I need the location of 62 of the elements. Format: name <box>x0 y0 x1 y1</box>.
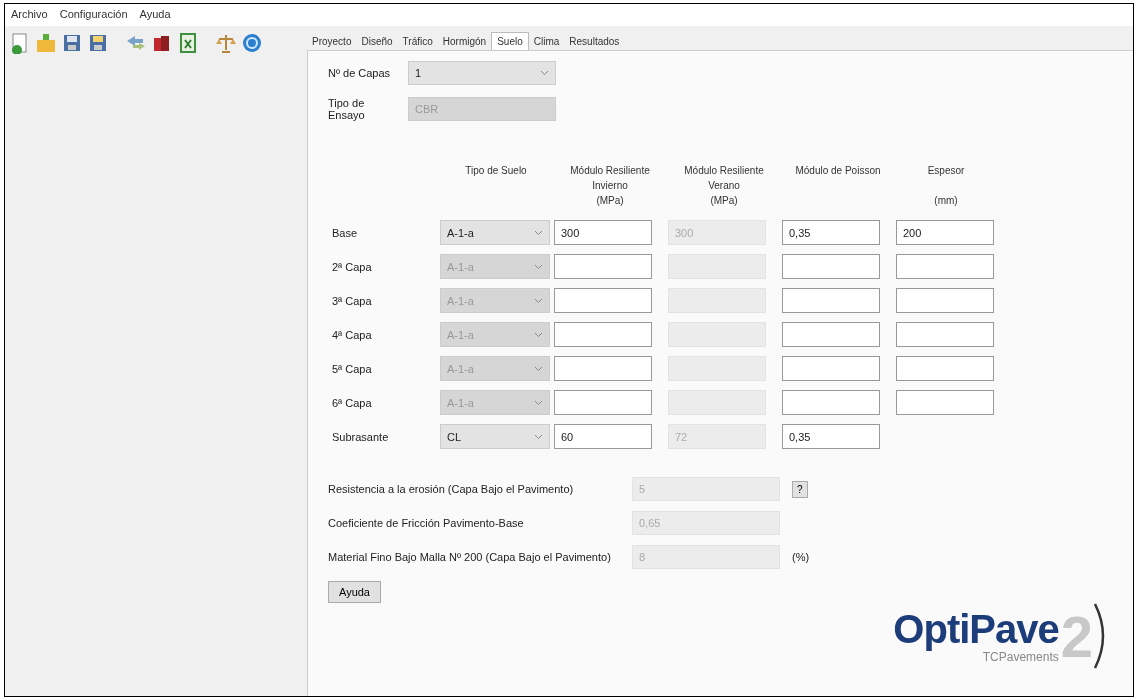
input-field[interactable] <box>896 254 994 279</box>
column-header: Tipo de Suelo <box>464 165 528 178</box>
soil-type-dropdown[interactable]: A-1-a <box>440 220 550 245</box>
input-field[interactable] <box>782 288 880 313</box>
caret-icon <box>534 331 543 338</box>
caret-icon <box>540 70 549 76</box>
caret-icon <box>534 433 543 440</box>
input-field[interactable] <box>896 322 994 347</box>
input-field[interactable] <box>554 356 652 381</box>
input-field[interactable] <box>782 390 880 415</box>
column-header: Espesor (mm) <box>926 165 966 208</box>
logo-company: TCPavements <box>982 650 1059 664</box>
input-field[interactable] <box>554 322 652 347</box>
input-field[interactable] <box>554 390 652 415</box>
input-field[interactable] <box>782 356 880 381</box>
caret-icon <box>534 263 543 270</box>
save-icon[interactable] <box>61 32 83 54</box>
menu-item[interactable]: Configuración <box>59 8 128 22</box>
input-field[interactable] <box>896 390 994 415</box>
input-field[interactable] <box>554 254 652 279</box>
row-label: 5ª Capa <box>331 362 373 375</box>
row-label: 3ª Capa <box>331 294 373 307</box>
soil-type-dropdown[interactable]: CL <box>440 424 550 449</box>
unit-label: (%) <box>792 551 811 563</box>
caret-icon <box>534 297 543 304</box>
menu-item[interactable]: Archivo <box>11 8 48 22</box>
field-label: Material Fino Bajo Malla Nº 200 (Capa Bajo el Pavimento) <box>328 551 612 563</box>
save-as-icon[interactable] <box>87 32 109 54</box>
input-field[interactable]: 60 <box>554 424 652 449</box>
column-header: Módulo Resiliente Verano (MPa) <box>683 165 765 208</box>
input-field[interactable]: 0,35 <box>782 220 880 245</box>
row-label: Base <box>331 226 359 239</box>
field-label: Nº de Capas <box>328 67 392 79</box>
column-header: Módulo de Poisson <box>794 165 882 178</box>
field-label: Coeficiente de Fricción Pavimento-Base <box>328 517 525 529</box>
row-label: 2ª Capa <box>331 260 373 273</box>
caret-icon <box>534 229 543 236</box>
input-field[interactable] <box>782 254 880 279</box>
input-field[interactable]: 300 <box>554 220 652 245</box>
row-label: 6ª Capa <box>331 396 373 409</box>
layers-dropdown[interactable]: 1 <box>408 61 556 85</box>
caret-icon <box>534 399 543 406</box>
field-label: Tipo de Ensayo <box>328 97 366 121</box>
help-button[interactable]: Ayuda <box>328 581 381 603</box>
input-field[interactable] <box>554 288 652 313</box>
spreadsheet-icon[interactable] <box>177 32 199 54</box>
column-header: Módulo Resiliente Invierno (MPa) <box>569 165 651 208</box>
input-field[interactable]: 0,35 <box>782 424 880 449</box>
scale-icon[interactable] <box>215 32 237 54</box>
row-label: 4ª Capa <box>331 328 373 341</box>
row-label: Subrasante <box>331 430 390 443</box>
input-field[interactable] <box>896 288 994 313</box>
input-field[interactable] <box>782 322 880 347</box>
input-field[interactable]: 200 <box>896 220 994 245</box>
help-icon[interactable] <box>241 32 263 54</box>
input-field[interactable] <box>896 356 994 381</box>
tab[interactable]: Suelo <box>491 32 529 50</box>
logo-name: OptiPave <box>893 608 1059 650</box>
open-folder-icon[interactable] <box>35 32 57 54</box>
field-label: Resistencia a la erosión (Capa Bajo el Pavimento) <box>328 483 575 495</box>
caret-icon <box>534 365 543 372</box>
menu-item[interactable]: Ayuda <box>139 8 171 22</box>
